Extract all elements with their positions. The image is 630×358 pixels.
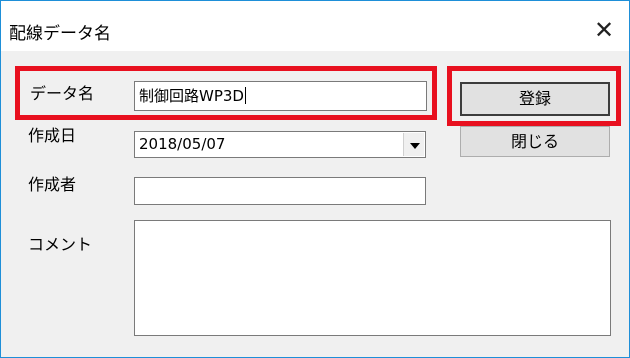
chevron-down-icon[interactable] bbox=[403, 133, 424, 156]
comment-textarea[interactable] bbox=[134, 220, 611, 336]
data-name-input[interactable]: 制御回路WP3D bbox=[134, 81, 427, 111]
close-button[interactable]: 閉じる bbox=[460, 126, 610, 157]
title-bar: 配線データ名 ✕ bbox=[1, 1, 629, 51]
close-icon[interactable]: ✕ bbox=[587, 14, 621, 46]
data-name-value: 制御回路WP3D bbox=[139, 87, 244, 105]
comment-label: コメント bbox=[28, 235, 93, 254]
date-value: 2018/05/07 bbox=[139, 135, 226, 153]
text-caret bbox=[244, 87, 246, 104]
author-input[interactable] bbox=[134, 177, 426, 205]
date-select[interactable]: 2018/05/07 bbox=[134, 131, 426, 158]
data-name-label: データ名 bbox=[30, 84, 95, 103]
register-button[interactable]: 登録 bbox=[460, 82, 610, 116]
dialog-window: 配線データ名 ✕ データ名 制御回路WP3D 作成日 2018/05/07 作成… bbox=[0, 0, 630, 358]
author-label: 作成者 bbox=[28, 175, 77, 194]
window-title: 配線データ名 bbox=[9, 24, 111, 44]
date-label: 作成日 bbox=[28, 126, 77, 145]
